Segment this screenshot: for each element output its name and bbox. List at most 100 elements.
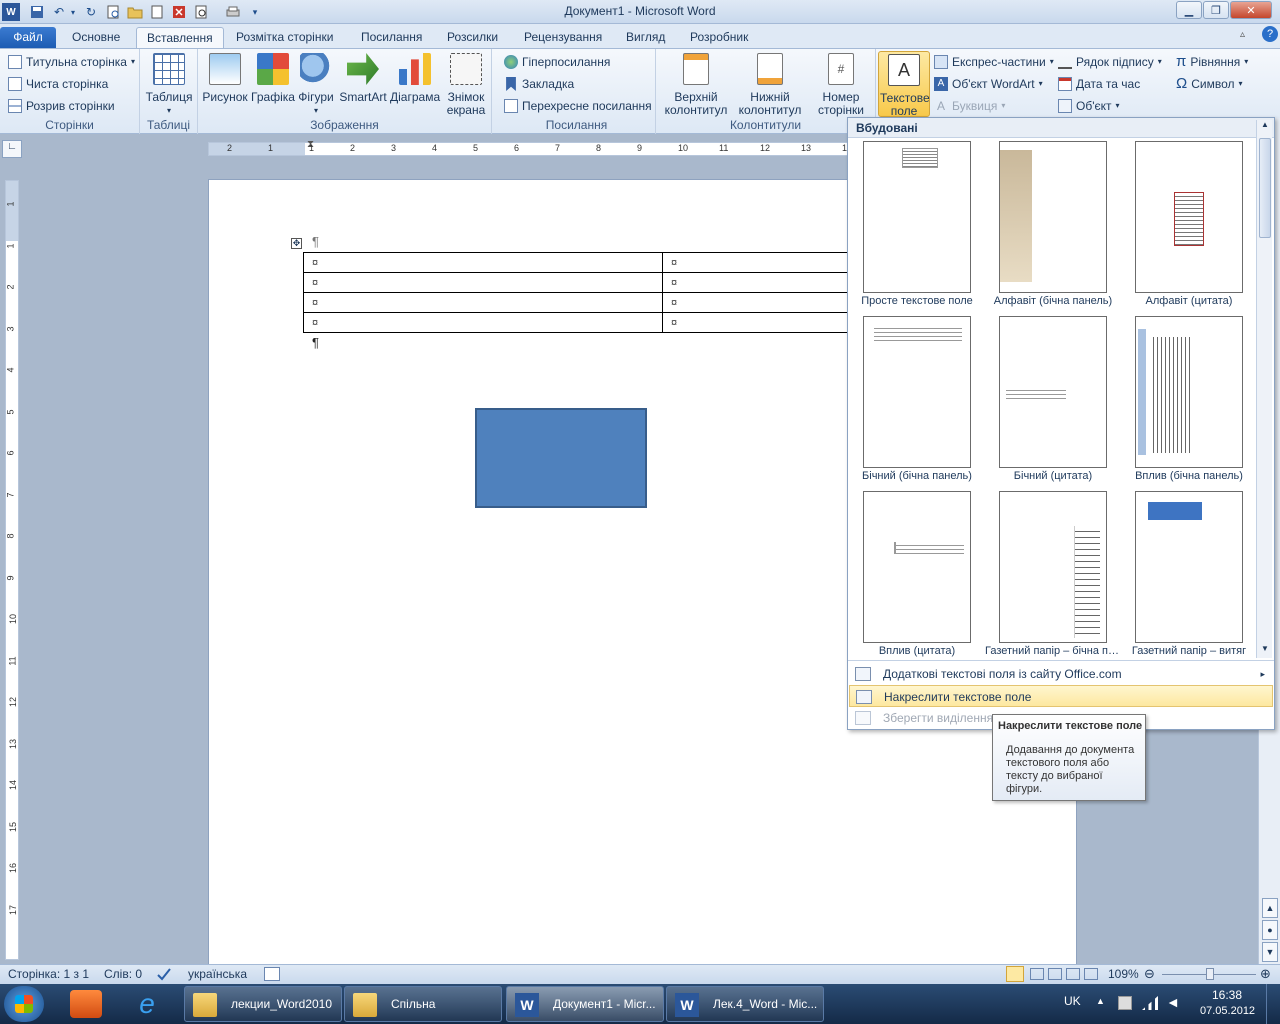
date-time-button[interactable]: Дата та час [1058,74,1140,94]
word-count-status[interactable]: Слів: 0 [104,967,142,981]
gallery-thumb-impact-sidebar[interactable] [1135,316,1243,468]
volume-icon[interactable]: ◄ [1166,994,1180,1010]
gallery-thumb-alphabet-quote[interactable] [1135,141,1243,293]
tab-page-layout[interactable]: Розмітка сторінки [226,27,343,48]
tab-selector[interactable]: ∟ [2,140,22,158]
table-cell[interactable]: ¤ [662,252,863,273]
restore-button[interactable]: ❐ [1203,1,1229,19]
horizontal-ruler[interactable]: ⧗ 211234567891011121314 [208,139,852,156]
table-cell[interactable]: ¤ [303,272,663,293]
gallery-thumb-newsprint-sidebar[interactable] [999,491,1107,643]
web-layout-view-icon[interactable] [1048,968,1062,980]
gallery-thumb-simple[interactable] [863,141,971,293]
clock-date[interactable]: 07.05.2012 [1200,1005,1255,1017]
internet-explorer-icon[interactable]: e [130,989,164,1019]
quick-parts-button[interactable]: Експрес-частини ▾ [934,52,1054,72]
zoom-out-icon[interactable]: ⊖ [1144,966,1155,982]
equation-button[interactable]: π Рівняння ▾ [1176,52,1248,72]
document-table[interactable]: ¤ ¤ ¤ ¤ ¤ ¤ ¤ ¤ [303,252,863,333]
next-page-icon[interactable]: ▼ [1262,942,1278,962]
hyperlink-button[interactable]: Гіперпосилання [504,52,610,72]
outline-view-icon[interactable] [1066,968,1080,980]
draw-text-box-menu-item[interactable]: Накреслити текстове поле [849,685,1273,707]
task-folder-lectures[interactable]: лекции_Word2010 [184,986,342,1022]
tab-developer[interactable]: Розробник [680,27,758,48]
minimize-ribbon-icon[interactable]: ▵ [1240,29,1245,40]
object-button[interactable]: Об'єкт ▾ [1058,96,1120,116]
show-desktop-button[interactable] [1266,984,1280,1024]
zoom-in-icon[interactable]: ⊕ [1260,966,1271,982]
table-cell[interactable]: ¤ [303,312,663,333]
browse-object-icon[interactable]: ● [1262,920,1278,940]
page-count-status[interactable]: Сторінка: 1 з 1 [8,967,89,981]
media-player-icon[interactable] [70,990,102,1018]
footer-button[interactable]: Нижній колонтитул [734,53,806,117]
rectangle-shape[interactable] [475,408,647,508]
zoom-level[interactable]: 109% [1108,967,1139,981]
gallery-scroll-thumb[interactable] [1259,138,1271,238]
screenshot-button[interactable]: Знімок екрана [442,53,490,117]
bookmark-button[interactable]: Закладка [504,74,574,94]
text-box-button[interactable]: A Текстове поле [878,51,930,118]
full-screen-view-icon[interactable] [1030,968,1044,980]
vertical-ruler[interactable]: 1 1 2 3 4 5 6 7 8 9 10 11 12 13 14 15 16 17 [5,180,19,960]
network-icon[interactable] [1142,996,1158,1010]
table-cell[interactable]: ¤ [662,272,863,293]
gallery-thumb-impact-quote[interactable] [863,491,971,643]
table-cell[interactable]: ¤ [662,292,863,313]
table-cell[interactable]: ¤ [303,292,663,313]
previous-page-icon[interactable]: ▲ [1262,898,1278,918]
proofing-icon[interactable] [156,967,172,981]
show-hidden-icons[interactable]: ▲ [1096,996,1105,1006]
drop-cap-button[interactable]: A Буквиця ▾ [934,96,1005,116]
tab-review[interactable]: Рецензування [514,27,612,48]
task-word-lecture4[interactable]: W Лек.4_Word - Mic... [666,986,824,1022]
table-cell[interactable]: ¤ [303,252,663,273]
blank-page-button[interactable]: Чиста сторінка [8,74,108,94]
zoom-slider-thumb[interactable] [1206,968,1214,980]
shapes-button[interactable]: Фігури ▾ [296,53,336,117]
task-folder-shared[interactable]: Спільна [344,986,502,1022]
tab-home[interactable]: Основне [62,27,130,48]
keyboard-language[interactable]: UK [1064,994,1081,1008]
clock-time[interactable]: 16:38 [1212,988,1242,1002]
page-break-button[interactable]: Розрив сторінки [8,96,115,116]
wordart-button[interactable]: A Об'єкт WordArt ▾ [934,74,1043,94]
more-text-boxes-menu-item[interactable]: Додаткові текстові поля із сайту Office.… [849,663,1273,685]
close-button[interactable]: ✕ [1230,1,1272,19]
tab-references[interactable]: Посилання [351,27,432,48]
gallery-scroll-down-icon[interactable]: ▼ [1258,644,1272,658]
macro-record-icon[interactable] [264,967,280,981]
action-center-icon[interactable] [1118,996,1132,1010]
help-icon[interactable]: ? [1262,26,1278,42]
page-number-button[interactable]: # Номер сторінки [808,53,874,117]
chart-button[interactable]: Діаграма [390,53,440,104]
gallery-thumb-lateral-quote[interactable] [999,316,1107,468]
gallery-scroll-up-icon[interactable]: ▲ [1258,120,1272,134]
table-button[interactable]: Таблиця ▾ [144,53,194,117]
header-button[interactable]: Верхній колонтитул [660,53,732,117]
signature-line-button[interactable]: Рядок підпису ▾ [1058,52,1162,72]
tab-view[interactable]: Вигляд [616,27,675,48]
picture-button[interactable]: Рисунок [202,53,248,104]
smartart-button[interactable]: SmartArt [338,53,388,104]
language-status[interactable]: українська [188,967,247,981]
gallery-thumb-lateral-sidebar[interactable] [863,316,971,468]
tab-file[interactable]: Файл [0,27,56,48]
table-cell[interactable]: ¤ [662,312,863,333]
task-word-document1[interactable]: W Документ1 - Micr... [506,986,664,1022]
gallery-thumb-alphabet-sidebar[interactable] [999,141,1107,293]
gallery-thumb-newsprint-extract[interactable] [1135,491,1243,643]
symbol-button[interactable]: Ω Символ ▾ [1176,74,1243,94]
clipart-button[interactable]: Графіка [250,53,296,104]
gallery-scrollbar[interactable]: ▲ ▼ [1256,120,1272,658]
tab-insert[interactable]: Вставлення [136,27,224,48]
cross-reference-button[interactable]: Перехресне посилання [504,96,652,116]
start-button[interactable] [4,986,44,1022]
minimize-button[interactable]: ▁ [1176,1,1202,19]
tab-mailings[interactable]: Розсилки [437,27,508,48]
print-layout-view-icon[interactable] [1006,966,1024,982]
cover-page-button[interactable]: Титульна сторінка ▾ [8,52,135,72]
table-move-handle[interactable]: ✥ [291,238,302,249]
draft-view-icon[interactable] [1084,968,1098,980]
